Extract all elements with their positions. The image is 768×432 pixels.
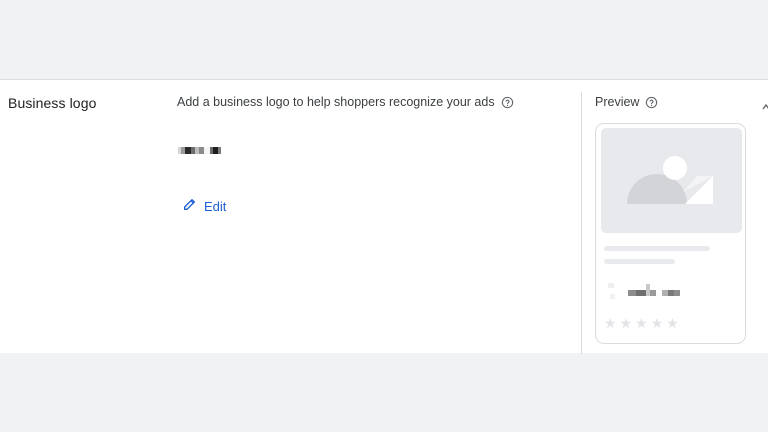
star-icon: ★: [666, 315, 679, 331]
section-title: Business logo: [8, 95, 97, 111]
help-circle-icon[interactable]: [501, 96, 514, 109]
business-name-blurred: [178, 147, 221, 154]
image-placeholder-icon: [627, 156, 713, 204]
edit-label: Edit: [204, 199, 227, 214]
placeholder-line-title: [604, 246, 710, 251]
star-icon: ★: [619, 315, 633, 331]
ad-preview-card: ★ ★ ★ ★ ★: [595, 123, 746, 344]
image-placeholder: [601, 128, 742, 233]
preview-header: Preview: [595, 95, 658, 109]
pencil-icon: [182, 196, 198, 217]
placeholder-line-subtitle: [604, 259, 675, 264]
chevron-up-icon[interactable]: [762, 98, 768, 110]
star-icon: ★: [635, 315, 648, 331]
edit-button[interactable]: Edit: [182, 196, 226, 217]
vertical-divider: [581, 92, 582, 354]
rating-stars: ★ ★ ★ ★ ★: [604, 316, 679, 330]
preview-title: Preview: [595, 95, 640, 109]
business-logo-card: Business logo Add a business logo to hel…: [0, 79, 768, 354]
description-row: Add a business logo to help shoppers rec…: [177, 95, 514, 109]
page: Business logo Add a business logo to hel…: [0, 0, 768, 432]
star-icon: ★: [650, 315, 664, 331]
help-circle-icon[interactable]: [645, 96, 658, 109]
description-text: Add a business logo to help shoppers rec…: [177, 95, 495, 109]
star-icon: ★: [604, 315, 617, 331]
